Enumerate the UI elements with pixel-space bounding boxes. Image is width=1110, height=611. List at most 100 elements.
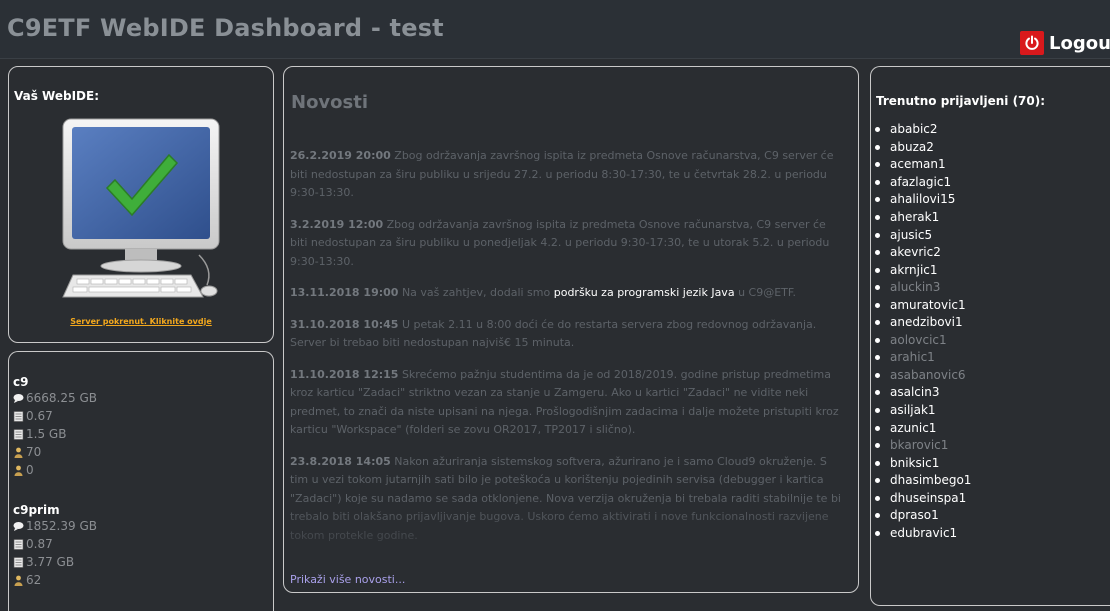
user-name: asalcin3 bbox=[890, 385, 940, 400]
news-date: 31.10.2018 10:45 bbox=[290, 317, 399, 331]
stat-cpu: 0.87 bbox=[13, 535, 97, 553]
stat-disk: 6668.25 GB bbox=[13, 389, 97, 407]
news-item: 11.10.2018 12:15 Skrećemo pažnju student… bbox=[290, 366, 846, 440]
news-item: 26.2.2019 20:00 Zbog održavanja završnog… bbox=[290, 147, 846, 203]
memory-icon bbox=[13, 556, 24, 568]
stat-cpu: 0.67 bbox=[13, 407, 97, 425]
user-list-item: dhuseinspa1 bbox=[875, 489, 971, 507]
user-list-item: abuza2 bbox=[875, 139, 971, 157]
bullet-icon bbox=[875, 408, 880, 414]
user-name: bkarovic1 bbox=[890, 438, 949, 453]
server-stats-panel: c9 6668.25 GB 0.67 1.5 GB 70 0 c9prim 18… bbox=[8, 351, 274, 611]
user-icon bbox=[13, 575, 24, 586]
server-name: c9prim bbox=[13, 503, 60, 517]
user-name: dhasimbego1 bbox=[890, 473, 972, 488]
bullet-icon bbox=[875, 267, 880, 273]
user-name: aolovcic1 bbox=[890, 332, 947, 347]
bullet-icon bbox=[875, 179, 880, 185]
user-list-item: asiljak1 bbox=[875, 402, 971, 420]
stat-disk: 1852.39 GB bbox=[13, 517, 97, 535]
bullet-icon bbox=[875, 127, 880, 133]
disk-icon bbox=[13, 521, 24, 532]
news-fade-overlay bbox=[284, 497, 858, 572]
bullet-icon bbox=[875, 443, 880, 449]
server-c9prim: c9prim 1852.39 GB 0.87 3.77 GB 62 bbox=[13, 503, 97, 589]
user-list-item: akrnjic1 bbox=[875, 261, 971, 279]
news-date: 13.11.2018 19:00 bbox=[290, 286, 399, 299]
stat-value: 0.87 bbox=[26, 537, 53, 551]
user-name: afazlagic1 bbox=[890, 174, 952, 189]
user-list-item: asalcin3 bbox=[875, 384, 971, 402]
user-list-item: ajusic5 bbox=[875, 226, 971, 244]
power-icon[interactable] bbox=[1020, 31, 1044, 55]
bullet-icon bbox=[875, 232, 880, 238]
news-panel: Novosti 26.2.2019 20:00 Zbog održavanja … bbox=[283, 66, 859, 593]
stat-value: 62 bbox=[26, 573, 42, 587]
top-bar: C9ETF WebIDE Dashboard - test Logout bbox=[0, 0, 1110, 59]
news-text: Na vaš zahtjev, dodali smo bbox=[401, 286, 551, 299]
stat-value: 6668.25 GB bbox=[26, 391, 97, 405]
stat-value: 0 bbox=[26, 463, 34, 477]
bullet-icon bbox=[875, 425, 880, 431]
user-name: akrnjic1 bbox=[890, 262, 938, 277]
user-list-item: aolovcic1 bbox=[875, 332, 971, 350]
bullet-icon bbox=[875, 302, 880, 308]
user-list-item: aluckin3 bbox=[875, 279, 971, 297]
user-list-item: aherak1 bbox=[875, 209, 971, 227]
user-list-item: asabanovic6 bbox=[875, 367, 971, 385]
bullet-icon bbox=[875, 460, 880, 466]
bullet-icon bbox=[875, 495, 880, 501]
user-name: dpraso1 bbox=[890, 508, 939, 523]
memory-icon bbox=[13, 428, 24, 440]
news-item: 3.2.2019 12:00 Zbog održavanja završnog … bbox=[290, 216, 846, 272]
news-item: 31.10.2018 10:45 U petak 2.11 u 8:00 doć… bbox=[290, 316, 846, 353]
user-name: edubravic1 bbox=[890, 525, 958, 540]
news-date: 11.10.2018 12:15 bbox=[290, 367, 399, 381]
bullet-icon bbox=[875, 478, 880, 484]
webide-panel: Vaš WebIDE: Server pokrenut. Kliknite ov… bbox=[8, 66, 274, 343]
more-news-link[interactable]: Prikaži više novosti... bbox=[290, 573, 405, 586]
user-list-item: aceman1 bbox=[875, 156, 971, 174]
server-c9: c9 6668.25 GB 0.67 1.5 GB 70 0 bbox=[13, 375, 97, 479]
user-name: asabanovic6 bbox=[890, 367, 966, 382]
news-date: 3.2.2019 12:00 bbox=[290, 217, 384, 231]
bullet-icon bbox=[875, 162, 880, 168]
user-name: abuza2 bbox=[890, 139, 934, 154]
user-name: aherak1 bbox=[890, 210, 940, 224]
user-name: aluckin3 bbox=[890, 280, 941, 295]
user-icon bbox=[13, 447, 24, 458]
user-list-item: afazlagic1 bbox=[875, 174, 971, 192]
user-list-item: edubravic1 bbox=[875, 525, 971, 543]
bullet-icon bbox=[875, 285, 880, 291]
user-list-item: amuratovic1 bbox=[875, 296, 971, 314]
user-icon bbox=[13, 465, 24, 476]
user-list-item: ababic2 bbox=[875, 121, 971, 139]
disk-icon bbox=[13, 393, 24, 404]
news-date: 23.8.2018 14:05 bbox=[290, 454, 391, 468]
java-support-link[interactable]: podršku za programski jezik Java bbox=[554, 286, 735, 299]
user-list-item: dhasimbego1 bbox=[875, 472, 971, 490]
news-text: u C9@ETF. bbox=[738, 286, 796, 299]
server-status-link[interactable]: Server pokrenut. Kliknite ovdje bbox=[9, 317, 273, 326]
stat-users: 70 bbox=[13, 443, 97, 461]
online-users-list: ababic2 abuza2 aceman1 afazlagic1 ahalilovi1… bbox=[875, 121, 971, 542]
user-list-item: arahic1 bbox=[875, 349, 971, 367]
user-list-item: azunic1 bbox=[875, 419, 971, 437]
bullet-icon bbox=[875, 197, 880, 203]
user-list-item: bniksic1 bbox=[875, 454, 971, 472]
bullet-icon bbox=[875, 144, 880, 150]
online-users-panel: Trenutno prijavljeni (70): ababic2 abuza2… bbox=[870, 66, 1110, 606]
user-list-item: akevric2 bbox=[875, 244, 971, 262]
bullet-icon bbox=[875, 530, 880, 536]
bullet-icon bbox=[875, 337, 880, 343]
bullet-icon bbox=[875, 513, 880, 519]
stat-value: 70 bbox=[26, 445, 42, 459]
user-name: amuratovic1 bbox=[890, 297, 966, 312]
cpu-icon bbox=[13, 410, 24, 422]
logout-label[interactable]: Logout bbox=[1049, 33, 1110, 54]
stat-value: 1.5 GB bbox=[26, 427, 67, 441]
computer-checkmark-icon[interactable] bbox=[59, 115, 223, 315]
stat-users-idle: 0 bbox=[13, 461, 97, 479]
user-name: arahic1 bbox=[890, 350, 935, 365]
logout-button[interactable]: Logout bbox=[1020, 28, 1110, 58]
